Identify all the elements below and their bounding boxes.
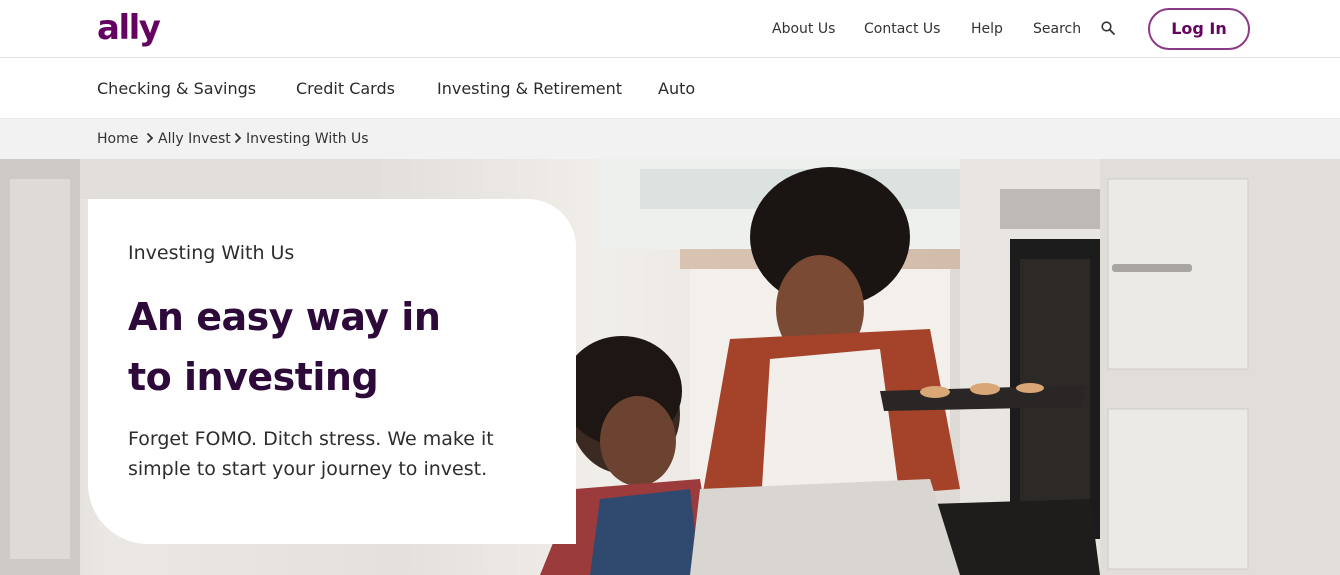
hero-headline-line2: to investing xyxy=(128,355,379,399)
nav-checking-savings[interactable]: Checking & Savings xyxy=(97,79,256,99)
hero-headline-line1: An easy way in xyxy=(128,295,441,339)
hero-section: Investing With Us An easy way in to inve… xyxy=(0,159,1340,575)
hero-card: Investing With Us An easy way in to inve… xyxy=(88,199,576,544)
hero-subcopy: Forget FOMO. Ditch stress. We make it si… xyxy=(128,428,494,480)
nav-investing-retirement[interactable]: Investing & Retirement xyxy=(437,79,622,99)
breadcrumb: Home Ally Invest Investing With Us xyxy=(0,119,1340,159)
search-icon[interactable] xyxy=(1101,21,1115,35)
breadcrumb-current: Investing With Us xyxy=(246,131,369,147)
hero-headline: An easy way in to investing xyxy=(128,287,548,407)
about-us-link[interactable]: About Us xyxy=(772,20,835,38)
nav-auto[interactable]: Auto xyxy=(658,79,695,99)
breadcrumb-ally-invest[interactable]: Ally Invest xyxy=(158,131,231,148)
main-navigation: Checking & Savings Credit Cards Investin… xyxy=(0,58,1340,119)
chevron-right-icon xyxy=(146,132,154,144)
ally-logo[interactable]: ally xyxy=(97,6,161,50)
help-link[interactable]: Help xyxy=(971,20,1003,38)
search-link[interactable]: Search xyxy=(1033,20,1081,38)
chevron-right-icon xyxy=(234,132,242,144)
hero-eyebrow: Investing With Us xyxy=(128,242,295,264)
log-in-button[interactable]: Log In xyxy=(1148,8,1250,50)
nav-credit-cards[interactable]: Credit Cards xyxy=(296,79,395,99)
contact-us-link[interactable]: Contact Us xyxy=(864,20,940,38)
breadcrumb-home[interactable]: Home xyxy=(97,131,138,148)
utility-header: ally About Us Contact Us Help Search Log… xyxy=(0,0,1340,58)
